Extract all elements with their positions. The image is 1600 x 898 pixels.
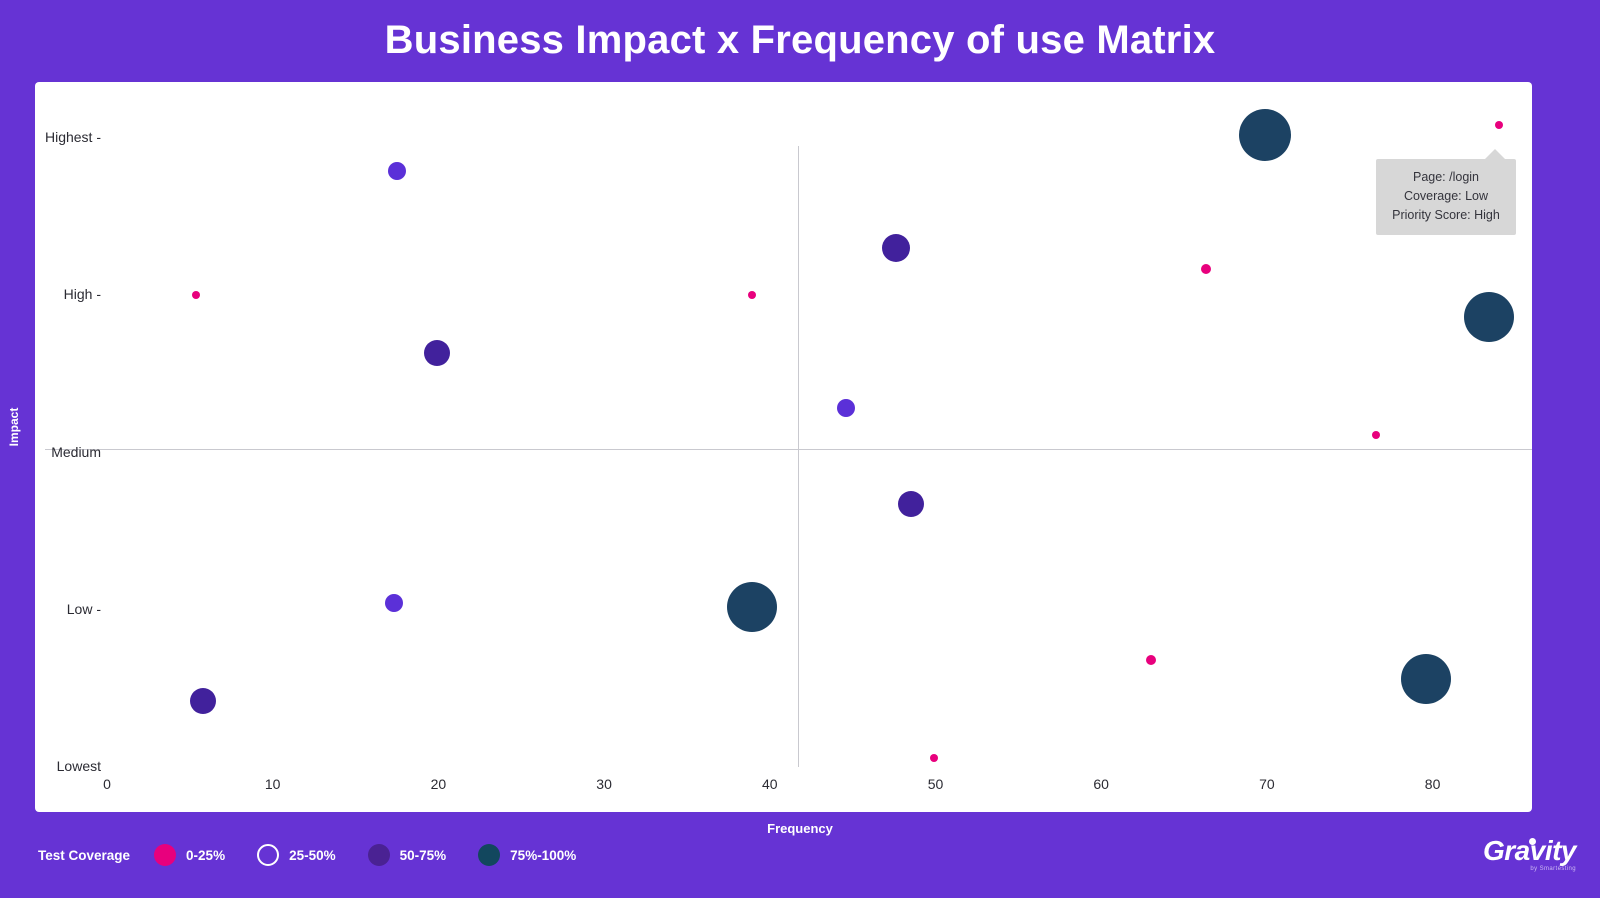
- data-point-bubble[interactable]: [384, 594, 403, 613]
- legend-item[interactable]: 75%-100%: [478, 844, 576, 866]
- legend-item[interactable]: 50-75%: [367, 844, 447, 866]
- legend-item-label: 0-25%: [186, 847, 226, 863]
- data-point-bubble[interactable]: [1463, 292, 1514, 343]
- logo-dot-icon: [1529, 838, 1536, 845]
- gridline-horizontal-medium: [45, 449, 1532, 450]
- data-point-bubble[interactable]: [929, 753, 938, 762]
- legend-swatch-icon: [154, 844, 177, 866]
- data-point-bubble[interactable]: [387, 162, 406, 181]
- chart-page: Business Impact x Frequency of use Matri…: [0, 0, 1600, 898]
- gridline-vertical-40: [798, 146, 799, 767]
- legend-items: 0-25% 25-50% 50-75% 75%-100%: [154, 844, 608, 866]
- data-point-bubble[interactable]: [190, 687, 217, 714]
- data-point-bubble[interactable]: [726, 581, 777, 632]
- logo-subtitle: by Smartesting: [1530, 866, 1576, 872]
- legend-item[interactable]: 25-50%: [257, 844, 336, 866]
- y-tick-label: Lowest: [56, 758, 101, 774]
- legend-swatch-icon: [367, 844, 390, 866]
- legend-swatch-icon: [257, 844, 280, 866]
- tooltip-priority-line: Priority Score: High: [1392, 208, 1500, 222]
- legend-title: Test Coverage: [38, 847, 131, 863]
- legend-item[interactable]: 0-25%: [154, 844, 225, 866]
- data-point-bubble[interactable]: [837, 399, 855, 418]
- x-tick-label: 20: [430, 776, 447, 792]
- x-tick-label: 50: [927, 776, 944, 792]
- legend: Test Coverage 0-25% 25-50% 50-75% 75%-100%: [38, 842, 608, 868]
- data-point-bubble[interactable]: [1200, 263, 1211, 274]
- data-point-bubble[interactable]: [423, 340, 450, 367]
- y-axis-title: Impact: [7, 407, 21, 447]
- chart-canvas: Highest - High - Medium Low - Lowest 0 10 20 30…: [35, 82, 1532, 812]
- legend-swatch-icon: [478, 844, 501, 866]
- x-tick-label: 10: [264, 776, 281, 792]
- data-point-bubble[interactable]: [1400, 653, 1451, 704]
- x-tick-label: 40: [761, 776, 778, 792]
- data-point-tooltip: Page: /login Coverage: Low Priority Scor…: [1376, 149, 1516, 235]
- legend-item-label: 75%-100%: [510, 847, 577, 863]
- legend-item-label: 50-75%: [399, 847, 447, 863]
- tooltip-coverage-line: Coverage: Low: [1403, 189, 1489, 203]
- x-tick-label: 70: [1259, 776, 1275, 792]
- legend-item-label: 25-50%: [289, 847, 336, 863]
- y-tick-label: High -: [63, 286, 101, 303]
- x-axis-title: Frequency: [767, 821, 833, 836]
- data-point-bubble[interactable]: [881, 234, 910, 263]
- x-tick-label: 60: [1093, 776, 1109, 792]
- data-point-bubble[interactable]: [747, 291, 756, 300]
- data-point-bubble[interactable]: [1372, 431, 1381, 440]
- x-tick-label: 30: [596, 776, 612, 792]
- tooltip-notch-icon: [1484, 149, 1506, 160]
- data-point-bubble[interactable]: [1494, 121, 1503, 130]
- x-tick-label: 0: [103, 776, 111, 792]
- y-tick-label: Highest -: [44, 129, 101, 145]
- gravity-logo: Gravity by Smartesting: [1483, 836, 1577, 873]
- tooltip-page-line: Page: /login: [1412, 170, 1480, 184]
- data-point-bubble[interactable]: [1145, 655, 1156, 666]
- data-point-bubble[interactable]: [897, 491, 924, 518]
- data-point-bubble[interactable]: [192, 291, 201, 300]
- data-point-bubble[interactable]: [1239, 108, 1292, 161]
- y-tick-label: Medium: [51, 443, 101, 460]
- y-tick-label: Low -: [66, 600, 101, 617]
- x-tick-label: 80: [1424, 776, 1441, 792]
- page-title: Business Impact x Frequency of use Matri…: [384, 18, 1216, 62]
